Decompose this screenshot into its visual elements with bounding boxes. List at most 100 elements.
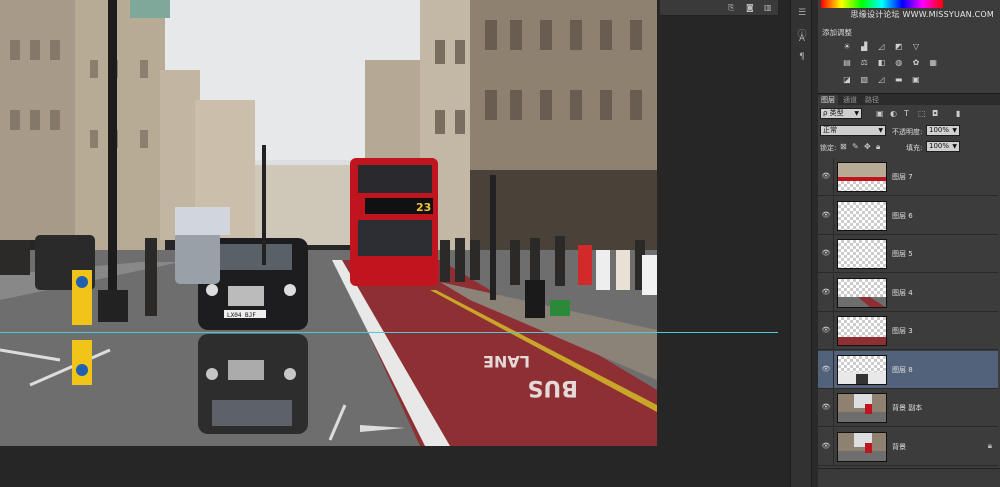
fill-input[interactable]: 100% ▼ (926, 141, 960, 152)
smart-filter-icon[interactable]: ◘ (932, 109, 938, 118)
exposure-icon[interactable]: ◩ (894, 42, 904, 51)
layer-row-divider (833, 273, 834, 312)
layer-row[interactable]: 👁︎ 图层 5 (818, 235, 998, 273)
layer-row[interactable]: 👁︎ 图层 4 (818, 273, 998, 312)
layer-row-divider (833, 196, 834, 235)
layer-thumbnail[interactable] (837, 354, 887, 385)
history-icon[interactable]: ☰ (795, 6, 809, 20)
layer-options: ρ 类型 ▼ ▣ ◐ T ⬚ ◘ ▮ 正常 ▼ 不透明度: 100% ▼ 锁定:… (818, 106, 1000, 158)
filter-toggle-icon[interactable]: ▮ (956, 109, 960, 118)
eye-icon[interactable]: 👁︎ (821, 402, 831, 412)
color-lookup-icon[interactable]: ▦ (928, 58, 938, 67)
eye-icon[interactable]: 👁︎ (821, 364, 831, 374)
layer-row-divider (833, 235, 834, 273)
tab-layers[interactable]: 图层 (818, 95, 838, 105)
brightness-icon[interactable]: ☀ (842, 42, 852, 51)
eye-icon[interactable]: 👁︎ (821, 248, 831, 258)
blend-mode-value: 正常 (823, 126, 837, 134)
photo-filter-icon[interactable]: ◍ (894, 58, 904, 67)
layer-name[interactable]: 背景 (892, 442, 906, 452)
color-ramp[interactable] (821, 0, 943, 8)
posterize-icon[interactable]: ▧ (859, 75, 869, 84)
layers-panel-footer (818, 468, 1000, 487)
watermark: 思缘设计论坛 WWW.MISSYUAN.COM (850, 10, 994, 19)
layer-thumbnail[interactable] (837, 316, 887, 346)
paragraph-icon[interactable]: ¶ (795, 50, 809, 64)
lock-move-icon[interactable]: ✥ (864, 142, 871, 151)
taxi-plate: LX04 BJF (227, 312, 256, 319)
layer-name[interactable]: 背景 副本 (892, 403, 922, 413)
filter-kind-select[interactable]: ρ 类型 ▼ (820, 108, 862, 119)
layer-row-divider (833, 389, 834, 427)
color-balance-icon[interactable]: ⚖ (859, 58, 869, 67)
layer-thumbnail[interactable] (837, 162, 887, 192)
channel-mixer-icon[interactable]: ✿ (911, 58, 921, 67)
layer-name[interactable]: 图层 4 (892, 288, 913, 298)
character-icon[interactable]: A (795, 32, 809, 46)
opacity-input[interactable]: 100% ▼ (926, 125, 960, 136)
layer-thumbnail[interactable] (837, 277, 887, 308)
eye-icon[interactable]: 👁︎ (821, 210, 831, 220)
adjustments-title: 添加调整 (822, 28, 852, 37)
snapshot-icon[interactable]: ⎘ (728, 3, 734, 13)
tab-channels[interactable]: 通道 (840, 95, 860, 105)
trash-icon[interactable]: ▥ (764, 3, 772, 12)
chevron-down-icon: ▼ (952, 143, 957, 150)
hue-saturation-icon[interactable]: ▤ (842, 58, 852, 67)
invert-icon[interactable]: ◪ (842, 75, 852, 84)
layer-list: 👁︎ 图层 7 👁︎ 图层 6 👁︎ 图层 5 👁︎ 图层 4 👁︎ 图层 3 👁︎ 图层 8 👁︎ 背景… (818, 158, 1000, 468)
lane-road-text: LANE (483, 352, 530, 371)
layer-row-divider (833, 312, 834, 350)
eye-icon[interactable]: 👁︎ (821, 171, 831, 181)
street-photo[interactable]: 23 LX04 BJF LANE BUS (0, 0, 657, 446)
lock-brush-icon[interactable]: ✎ (852, 142, 859, 151)
lock-label: 锁定: (820, 144, 837, 152)
selective-color-icon[interactable]: ▣ (911, 75, 921, 84)
opacity-label: 不透明度: (892, 128, 923, 136)
layer-thumbnail[interactable] (837, 431, 887, 462)
opacity-value: 100% (929, 126, 950, 134)
levels-icon[interactable]: ▟ (859, 42, 869, 51)
shape-filter-icon[interactable]: ⬚ (918, 109, 926, 118)
type-filter-icon[interactable]: T (904, 109, 909, 118)
curves-icon[interactable]: ◿ (876, 42, 886, 51)
adjustments-row-3: ◪ ▧ ◿ ▬ ▣ (842, 75, 926, 85)
layer-name[interactable]: 图层 3 (892, 326, 913, 336)
eye-icon[interactable]: 👁︎ (821, 441, 831, 451)
chevron-down-icon: ▼ (878, 127, 883, 134)
bus-route-number: 23 (416, 201, 431, 214)
gradient-map-icon[interactable]: ▬ (894, 75, 904, 84)
layer-thumbnail[interactable] (837, 239, 887, 269)
camera-icon[interactable]: ◙ (746, 3, 754, 12)
lock-transparent-icon[interactable]: ⊠ (840, 142, 847, 151)
layer-row[interactable]: 👁︎ 图层 8 (818, 350, 998, 389)
layer-row[interactable]: 👁︎ 图层 6 (818, 196, 998, 235)
layer-row[interactable]: 👁︎ 图层 7 (818, 158, 998, 196)
layer-name[interactable]: 图层 6 (892, 211, 913, 221)
photo-illustration: 23 LX04 BJF LANE BUS (0, 0, 657, 446)
layer-thumbnail[interactable] (837, 200, 887, 231)
layer-thumbnail[interactable] (837, 393, 887, 423)
adjust-filter-icon[interactable]: ◐ (890, 109, 897, 118)
layer-name[interactable]: 图层 8 (892, 365, 913, 375)
layer-name[interactable]: 图层 7 (892, 172, 913, 182)
vibrance-icon[interactable]: ▽ (911, 42, 921, 51)
guide-line[interactable] (0, 332, 778, 333)
right-panels: 思缘设计论坛 WWW.MISSYUAN.COM 添加调整 ☀ ▟ ◿ ◩ ▽ ▤… (818, 0, 1000, 487)
black-white-icon[interactable]: ◧ (876, 58, 886, 67)
threshold-icon[interactable]: ◿ (876, 75, 886, 84)
eye-icon[interactable]: 👁︎ (821, 325, 831, 335)
layer-row[interactable]: 👁︎ 背景 🔒︎ (818, 427, 998, 466)
layer-row[interactable]: 👁︎ 图层 3 (818, 312, 998, 350)
tab-paths[interactable]: 路径 (862, 95, 882, 105)
panel-mini-toolbar: ⎘ ◙ ▥ (660, 0, 778, 16)
layer-row-divider (833, 158, 834, 196)
layer-row[interactable]: 👁︎ 背景 副本 (818, 389, 998, 427)
lock-all-icon[interactable]: 🔒︎ (876, 142, 880, 152)
pixel-filter-icon[interactable]: ▣ (876, 109, 884, 118)
document-canvas[interactable]: 23 LX04 BJF LANE BUS ⎘ ◙ ▥ (0, 0, 790, 487)
bus-road-text: BUS (528, 375, 578, 400)
layer-name[interactable]: 图层 5 (892, 249, 913, 259)
blend-mode-select[interactable]: 正常 ▼ (820, 125, 886, 136)
eye-icon[interactable]: 👁︎ (821, 287, 831, 297)
